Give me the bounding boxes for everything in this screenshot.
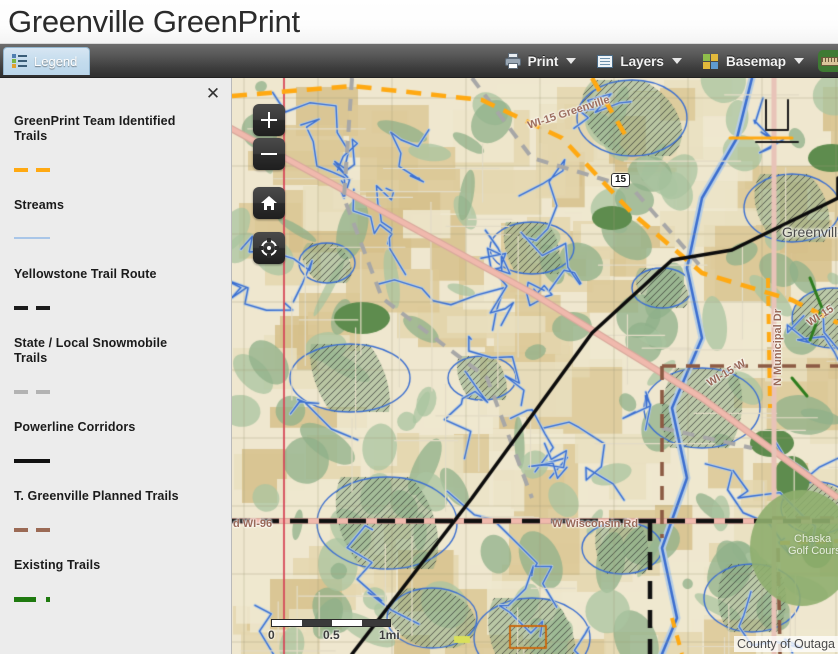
legend-entry-list: GreenPrint Team Identified Trails Streams… — [14, 114, 223, 627]
legend-entry: State / Local Snowmobile Trails — [14, 336, 223, 397]
map-viewport[interactable]: 0 0.5 1mi County of Outaga WI-15 Greenvi… — [232, 78, 838, 654]
legend-entry-symbol — [14, 456, 74, 466]
legend-entry: Streams — [14, 198, 223, 244]
basemap-button[interactable]: Basemap — [692, 44, 814, 78]
legend-entry-symbol — [14, 594, 74, 604]
scale-bar-graphic — [271, 619, 391, 627]
tab-legend-label: Legend — [34, 54, 78, 69]
legend-entry: Existing Trails — [14, 558, 223, 604]
map-attribution: County of Outaga — [734, 636, 838, 652]
zoom-out-button[interactable] — [253, 138, 285, 170]
measure-ruler-icon[interactable] — [818, 50, 838, 72]
home-icon — [261, 196, 277, 210]
legend-entry: Yellowstone Trail Route — [14, 267, 223, 313]
highway-shield: 15 — [611, 173, 631, 187]
legend-entry-symbol — [14, 303, 74, 313]
basemap-label: Basemap — [725, 53, 786, 69]
chevron-down-icon — [566, 58, 577, 64]
basemap-icon — [702, 52, 720, 70]
legend-entry-label: Powerline Corridors — [14, 420, 136, 434]
print-label: Print — [527, 53, 559, 69]
legend-entry: Powerline Corridors — [14, 420, 223, 466]
print-button[interactable]: Print — [494, 44, 587, 78]
scale-tick-max: 1mi — [379, 628, 400, 642]
tab-legend[interactable]: Legend — [3, 47, 91, 75]
toolbar-right-group: Print Layers Basemap — [494, 44, 838, 78]
map-controls — [253, 104, 285, 266]
legend-entry-label: Streams — [14, 198, 65, 212]
chevron-down-icon — [794, 58, 804, 64]
legend-entry-label: Yellowstone Trail Route — [14, 267, 157, 281]
legend-entry-label: Existing Trails — [14, 558, 101, 572]
chevron-down-icon — [671, 58, 682, 64]
legend-panel: ✕ GreenPrint Team Identified Trails Strea… — [0, 78, 232, 654]
legend-entry-symbol — [14, 387, 74, 397]
map-canvas[interactable] — [232, 78, 838, 654]
close-icon[interactable]: ✕ — [203, 84, 223, 104]
main-toolbar: Legend Print Layers Basemap — [0, 44, 838, 78]
legend-entry-symbol — [14, 525, 74, 535]
app-header: Greenville GreenPrint — [0, 0, 838, 44]
scale-tick-0: 0 — [268, 628, 275, 642]
legend-entry: T. Greenville Planned Trails — [14, 489, 223, 535]
locate-button[interactable] — [253, 232, 285, 264]
legend-list-icon — [12, 54, 27, 69]
printer-icon — [504, 52, 522, 70]
map-application: Greenville GreenPrint Legend Print Layer… — [0, 0, 838, 654]
legend-entry-symbol — [14, 165, 74, 175]
legend-entry-symbol — [14, 234, 74, 244]
legend-entry: GreenPrint Team Identified Trails — [14, 114, 223, 175]
page-title: Greenville GreenPrint — [8, 4, 300, 39]
scale-bar-ticks: 0 0.5 1mi — [268, 628, 400, 642]
scale-bar: 0 0.5 1mi — [268, 619, 400, 642]
scale-tick-mid: 0.5 — [323, 628, 340, 642]
legend-entry-label: State / Local Snowmobile Trails — [14, 336, 168, 365]
layers-icon — [596, 52, 614, 70]
layers-button[interactable]: Layers — [586, 44, 692, 78]
layers-label: Layers — [620, 53, 664, 69]
home-extent-button[interactable] — [253, 187, 285, 219]
legend-entry-label: T. Greenville Planned Trails — [14, 489, 179, 503]
legend-entry-label: GreenPrint Team Identified Trails — [14, 114, 176, 143]
zoom-in-button[interactable] — [253, 104, 285, 136]
